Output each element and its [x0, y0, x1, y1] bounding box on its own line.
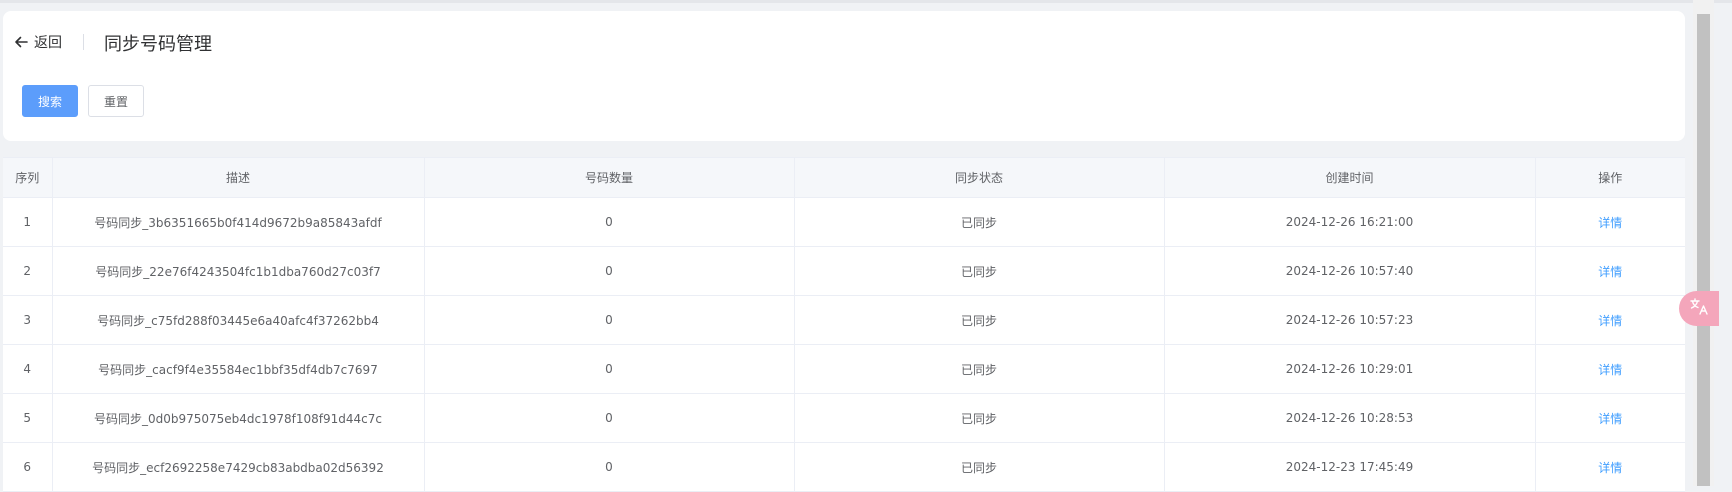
- data-table: 序列 描述 号码数量 同步状态 创建时间 操作 1 号码同步_3b6351665…: [3, 158, 1685, 492]
- table-row: 4 号码同步_cacf9f4e35584ec1bbf35df4db7c7697 …: [3, 344, 1685, 394]
- column-header-description[interactable]: 描述: [52, 158, 425, 198]
- details-link[interactable]: 详情: [1598, 461, 1622, 475]
- column-header-number-count[interactable]: 号码数量: [424, 158, 795, 198]
- cell-sync-status: 已同步: [794, 442, 1165, 492]
- cell-number-count: 0: [424, 295, 795, 345]
- table-row: 6 号码同步_ecf2692258e7429cb83abdba02d56392 …: [3, 442, 1685, 492]
- search-button[interactable]: 搜索: [22, 85, 78, 117]
- cell-created-time: 2024-12-26 10:28:53: [1164, 393, 1536, 443]
- cell-sync-status: 已同步: [794, 197, 1165, 247]
- cell-description: 号码同步_0d0b975075eb4dc1978f108f91d44c7c: [52, 393, 425, 443]
- table-row: 1 号码同步_3b6351665b0f414d9672b9a85843afdf …: [3, 197, 1685, 247]
- cell-actions: 详情: [1535, 197, 1685, 247]
- cell-sync-status: 已同步: [794, 246, 1165, 296]
- column-header-actions[interactable]: 操作: [1535, 158, 1685, 198]
- cell-created-time: 2024-12-26 10:29:01: [1164, 344, 1536, 394]
- cell-number-count: 0: [424, 197, 795, 247]
- cell-description: 号码同步_22e76f4243504fc1b1dba760d27c03f7: [52, 246, 425, 296]
- table-row: 2 号码同步_22e76f4243504fc1b1dba760d27c03f7 …: [3, 246, 1685, 296]
- cell-sync-status: 已同步: [794, 393, 1165, 443]
- table-row: 3 号码同步_c75fd288f03445e6a40afc4f37262bb4 …: [3, 295, 1685, 345]
- cell-description: 号码同步_c75fd288f03445e6a40afc4f37262bb4: [52, 295, 425, 345]
- cell-description: 号码同步_cacf9f4e35584ec1bbf35df4db7c7697: [52, 344, 425, 394]
- cell-number-count: 0: [424, 393, 795, 443]
- arrow-left-icon: [14, 35, 28, 49]
- cell-number-count: 0: [424, 442, 795, 492]
- translate-float-button[interactable]: [1679, 291, 1719, 326]
- column-header-created-time[interactable]: 创建时间: [1164, 158, 1536, 198]
- cell-index: 6: [3, 442, 53, 492]
- details-link[interactable]: 详情: [1598, 363, 1622, 377]
- cell-sync-status: 已同步: [794, 344, 1165, 394]
- details-link[interactable]: 详情: [1598, 216, 1622, 230]
- page-title: 同步号码管理: [104, 34, 212, 55]
- cell-number-count: 0: [424, 344, 795, 394]
- cell-created-time: 2024-12-23 17:45:49: [1164, 442, 1536, 492]
- cell-index: 3: [3, 295, 53, 345]
- cell-number-count: 0: [424, 246, 795, 296]
- cell-actions: 详情: [1535, 442, 1685, 492]
- back-button[interactable]: 返回: [14, 32, 62, 52]
- cell-actions: 详情: [1535, 393, 1685, 443]
- cell-actions: 详情: [1535, 246, 1685, 296]
- back-label: 返回: [34, 35, 62, 51]
- cell-created-time: 2024-12-26 16:21:00: [1164, 197, 1536, 247]
- scrollbar-thumb[interactable]: [1697, 14, 1710, 486]
- window-top-edge: [0, 0, 1732, 3]
- cell-index: 4: [3, 344, 53, 394]
- page-content: 返回 同步号码管理 搜索 重置: [3, 11, 1685, 141]
- header-divider: [83, 34, 84, 50]
- cell-index: 2: [3, 246, 53, 296]
- translate-icon: [1689, 297, 1709, 320]
- cell-index: 5: [3, 393, 53, 443]
- cell-created-time: 2024-12-26 10:57:23: [1164, 295, 1536, 345]
- cell-actions: 详情: [1535, 295, 1685, 345]
- cell-sync-status: 已同步: [794, 295, 1165, 345]
- cell-description: 号码同步_3b6351665b0f414d9672b9a85843afdf: [52, 197, 425, 247]
- header-card: 返回 同步号码管理 搜索 重置: [3, 11, 1685, 141]
- data-table-container: 序列 描述 号码数量 同步状态 创建时间 操作 1 号码同步_3b6351665…: [3, 157, 1685, 492]
- cell-actions: 详情: [1535, 344, 1685, 394]
- cell-index: 1: [3, 197, 53, 247]
- details-link[interactable]: 详情: [1598, 265, 1622, 279]
- cell-created-time: 2024-12-26 10:57:40: [1164, 246, 1536, 296]
- table-header-row: 序列 描述 号码数量 同步状态 创建时间 操作: [3, 158, 1685, 198]
- table-row: 5 号码同步_0d0b975075eb4dc1978f108f91d44c7c …: [3, 393, 1685, 443]
- reset-button[interactable]: 重置: [88, 85, 144, 117]
- details-link[interactable]: 详情: [1598, 314, 1622, 328]
- details-link[interactable]: 详情: [1598, 412, 1622, 426]
- cell-description: 号码同步_ecf2692258e7429cb83abdba02d56392: [52, 442, 425, 492]
- column-header-sync-status[interactable]: 同步状态: [794, 158, 1165, 198]
- column-header-index[interactable]: 序列: [3, 158, 53, 198]
